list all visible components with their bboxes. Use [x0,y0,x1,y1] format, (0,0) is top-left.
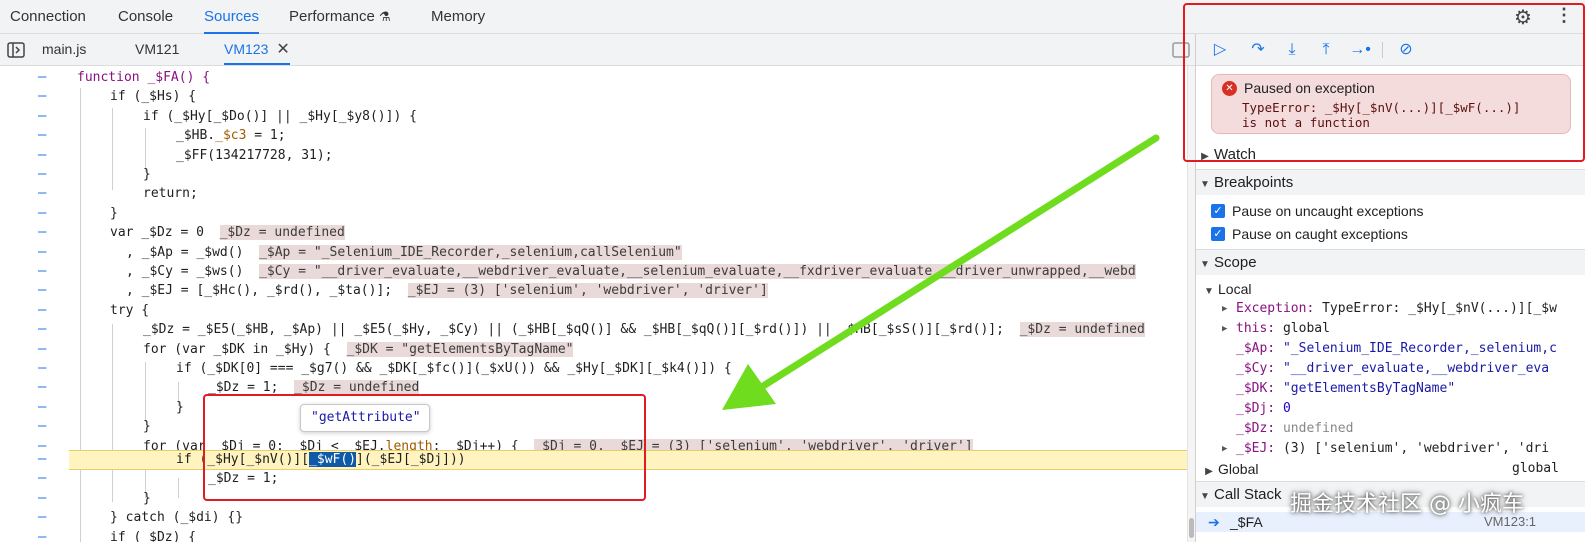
annotation-arrow-icon [722,134,1160,410]
watermark: 掘金技术社区 @ 小疯车 [1290,492,1524,517]
